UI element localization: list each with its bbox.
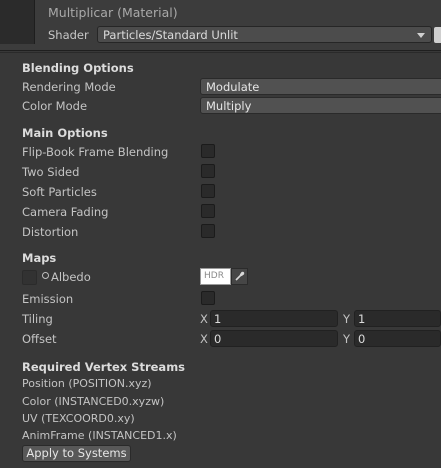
distortion-label: Distortion — [22, 225, 79, 239]
offset-y-axis-label: Y — [343, 332, 351, 346]
material-inspector: Multiplicar (Material) Shader Particles/… — [0, 0, 441, 468]
camera-fading-label: Camera Fading — [22, 205, 109, 219]
vertex-streams-title: Required Vertex Streams — [22, 360, 186, 374]
maps-title: Maps — [22, 251, 57, 265]
emission-label: Emission — [22, 292, 74, 306]
tiling-x-axis-label: X — [200, 312, 208, 326]
hdr-text: HDR — [204, 271, 224, 281]
material-header: Multiplicar (Material) Shader Particles/… — [0, 0, 441, 51]
main-options-title: Main Options — [22, 126, 108, 140]
offset-x-value: 0 — [214, 332, 222, 346]
albedo-label: Albedo — [51, 270, 91, 284]
color-mode-label: Color Mode — [22, 99, 88, 113]
vertex-stream-item: Color (INSTANCED0.xyzw) — [22, 395, 165, 408]
tiling-y-axis-label: Y — [343, 312, 351, 326]
header-divider — [0, 52, 441, 53]
two-sided-label: Two Sided — [22, 165, 80, 179]
circle-dot-icon[interactable] — [42, 272, 49, 279]
offset-label: Offset — [22, 332, 57, 346]
offset-x-axis-label: X — [200, 332, 208, 346]
vertex-stream-item: Position (POSITION.xyz) — [22, 377, 152, 390]
offset-y-field[interactable]: 0 — [354, 330, 441, 347]
offset-y-value: 0 — [358, 332, 366, 346]
color-mode-value: Multiply — [206, 99, 252, 113]
soft-particles-label: Soft Particles — [22, 185, 97, 199]
material-title: Multiplicar (Material) — [48, 5, 178, 20]
shader-value: Particles/Standard Unlit — [103, 28, 238, 42]
tiling-y-value: 1 — [358, 312, 366, 326]
material-preview — [0, 0, 35, 44]
rendering-mode-dropdown[interactable]: Modulate — [200, 78, 441, 95]
tiling-x-value: 1 — [214, 312, 222, 326]
vertex-stream-item: UV (TEXCOORD0.xy) — [22, 412, 135, 425]
flipbook-blending-checkbox[interactable] — [201, 144, 215, 158]
two-sided-checkbox[interactable] — [201, 164, 215, 178]
distortion-checkbox[interactable] — [201, 224, 215, 238]
vertex-stream-item: AnimFrame (INSTANCED1.x) — [22, 429, 177, 442]
shader-dropdown[interactable]: Particles/Standard Unlit — [97, 26, 432, 43]
chevron-down-icon — [417, 33, 425, 38]
soft-particles-checkbox[interactable] — [201, 184, 215, 198]
tiling-y-field[interactable]: 1 — [354, 310, 441, 327]
apply-to-systems-button[interactable]: Apply to Systems — [22, 445, 131, 462]
emission-checkbox[interactable] — [201, 291, 215, 305]
albedo-color-field[interactable]: HDR — [200, 268, 231, 285]
offset-x-field[interactable]: 0 — [210, 330, 338, 347]
rendering-mode-label: Rendering Mode — [22, 80, 116, 94]
shader-label: Shader — [48, 28, 89, 42]
edit-shader-button[interactable] — [434, 27, 441, 43]
blending-options-title: Blending Options — [22, 61, 134, 75]
rendering-mode-value: Modulate — [206, 80, 260, 94]
albedo-texture-slot[interactable] — [22, 270, 37, 285]
eyedropper-icon[interactable] — [231, 268, 248, 285]
color-mode-dropdown[interactable]: Multiply — [200, 97, 441, 114]
flipbook-blending-label: Flip-Book Frame Blending — [22, 145, 169, 159]
tiling-x-field[interactable]: 1 — [210, 310, 338, 327]
camera-fading-checkbox[interactable] — [201, 204, 215, 218]
tiling-label: Tiling — [22, 312, 53, 326]
